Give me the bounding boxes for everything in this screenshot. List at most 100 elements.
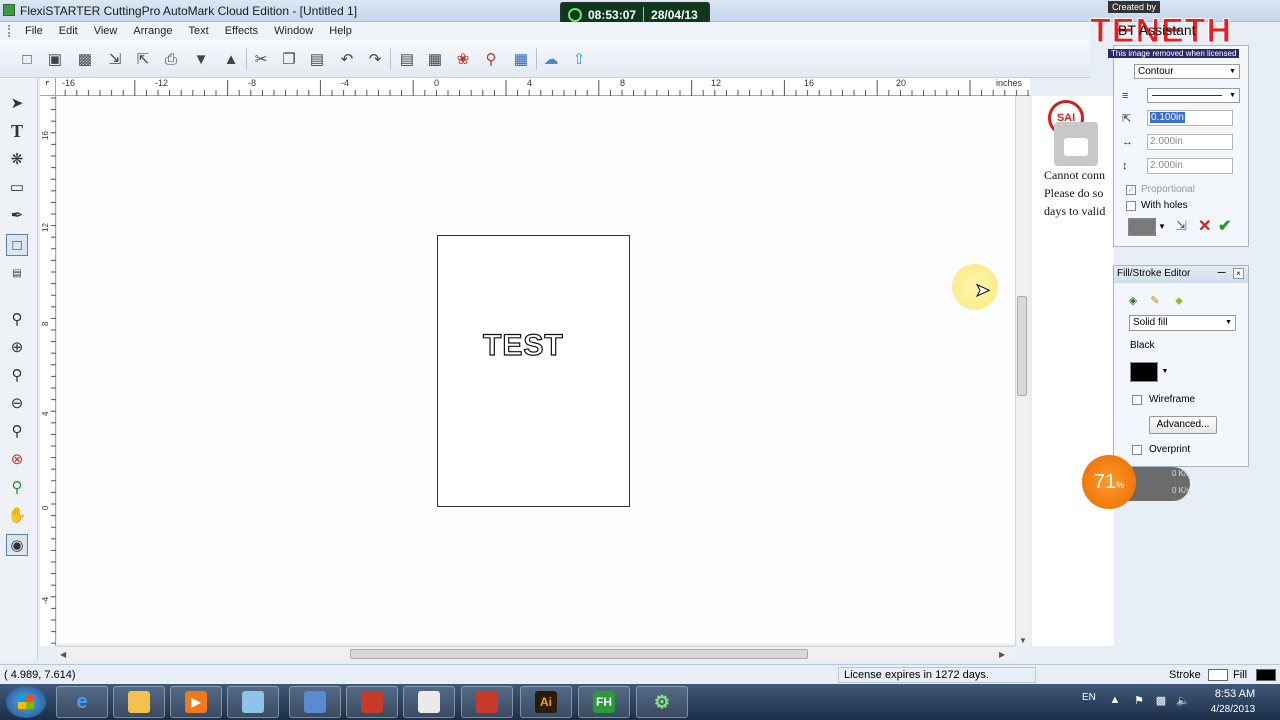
vertical-scroll-thumb[interactable] bbox=[1017, 296, 1027, 396]
open-icon[interactable]: ▣ bbox=[44, 48, 66, 70]
menu-edit[interactable]: Edit bbox=[51, 25, 86, 37]
fill-stroke-icon[interactable]: ◉ bbox=[6, 534, 28, 556]
wireframe-checkbox[interactable]: Wireframe bbox=[1132, 394, 1195, 405]
ie-icon[interactable]: e bbox=[56, 686, 108, 718]
menu-view[interactable]: View bbox=[86, 25, 126, 37]
overprint-checkbox[interactable]: Overprint bbox=[1132, 444, 1190, 455]
color-grid-icon[interactable]: ▦ bbox=[510, 48, 532, 70]
with-holes-checkbox[interactable]: With holes bbox=[1126, 200, 1188, 211]
shape-edit-icon[interactable]: ❋ bbox=[6, 148, 28, 170]
tray-date[interactable]: 4/28/2013 bbox=[1204, 704, 1262, 715]
zoom-page-icon[interactable]: ⚲ bbox=[6, 364, 28, 386]
line-style-select[interactable]: ▼ bbox=[1147, 88, 1240, 103]
cut-send-icon[interactable]: ▼ bbox=[190, 48, 212, 70]
explorer-icon[interactable] bbox=[113, 686, 165, 718]
tray-arrow-icon[interactable]: ▲ bbox=[1108, 694, 1122, 708]
menu-arrange[interactable]: Arrange bbox=[125, 25, 180, 37]
copy-icon[interactable]: ❐ bbox=[278, 48, 300, 70]
fill-color-swatch[interactable] bbox=[1130, 362, 1158, 382]
monitor-icon[interactable]: ▩ bbox=[1154, 694, 1168, 708]
options-icon[interactable]: ⇲ bbox=[1176, 218, 1187, 234]
chevron-down-icon[interactable]: ▼ bbox=[1159, 363, 1171, 381]
distribute-icon[interactable]: ▦ bbox=[424, 48, 446, 70]
minimize-icon[interactable]: — bbox=[1216, 268, 1227, 279]
zoom-all-icon[interactable]: ⚲ bbox=[6, 476, 28, 498]
height-input[interactable]: 2.000in bbox=[1147, 158, 1233, 174]
notepad-icon[interactable] bbox=[227, 686, 279, 718]
scroll-right-icon[interactable]: ▶ bbox=[999, 650, 1005, 659]
window-icon[interactable] bbox=[403, 686, 455, 718]
save-icon[interactable]: ▩ bbox=[74, 48, 96, 70]
menu-text[interactable]: Text bbox=[181, 25, 217, 37]
zoom-icon[interactable]: ⚲ bbox=[6, 308, 28, 330]
fill-tab-icon[interactable]: ◈ bbox=[1124, 293, 1142, 309]
design-canvas[interactable]: TEST ➤ bbox=[57, 96, 1015, 644]
paste-icon[interactable]: ▤ bbox=[306, 48, 328, 70]
tray-time[interactable]: 8:53 AM bbox=[1210, 688, 1260, 700]
pen-icon[interactable]: ✒ bbox=[6, 204, 28, 226]
width-input[interactable]: 2.000in bbox=[1147, 134, 1233, 150]
toolbox-icon[interactable] bbox=[346, 686, 398, 718]
fill-swatch[interactable] bbox=[1256, 669, 1276, 681]
text-icon[interactable]: T bbox=[6, 120, 28, 142]
align-icon[interactable]: ▤ bbox=[396, 48, 418, 70]
contour-type-select[interactable]: Contour ▼ bbox=[1134, 64, 1240, 79]
vertical-scrollbar[interactable]: ▼ bbox=[1015, 96, 1028, 646]
contour-color-swatch[interactable] bbox=[1128, 218, 1156, 236]
cancel-icon[interactable]: ✕ bbox=[1198, 216, 1211, 236]
print-icon[interactable]: ⎙ bbox=[160, 48, 182, 70]
effects-tab-icon[interactable]: ⬥ bbox=[1170, 293, 1188, 309]
start-button[interactable] bbox=[6, 686, 46, 718]
zoom-selection-icon[interactable]: ⊗ bbox=[6, 448, 28, 470]
horizontal-scroll-thumb[interactable] bbox=[350, 649, 808, 659]
toolbox2-icon[interactable] bbox=[461, 686, 513, 718]
flexi-icon[interactable]: FH bbox=[578, 686, 630, 718]
chevron-down-icon[interactable]: ▼ bbox=[1227, 90, 1238, 101]
flag-icon[interactable]: ⚑ bbox=[1132, 694, 1146, 708]
menu-effects[interactable]: Effects bbox=[217, 25, 266, 37]
ruler-origin-icon[interactable]: ⌜ bbox=[40, 78, 56, 96]
zoom-fit-icon[interactable]: ⚲ bbox=[6, 420, 28, 442]
pan-icon[interactable]: ✋ bbox=[6, 504, 28, 526]
remote-desktop-icon[interactable] bbox=[289, 686, 341, 718]
chevron-down-icon[interactable]: ▼ bbox=[1158, 222, 1166, 231]
search-icon[interactable]: ⚲ bbox=[480, 48, 502, 70]
apply-icon[interactable]: ✔ bbox=[1218, 216, 1231, 236]
select-icon[interactable]: ➤ bbox=[6, 92, 28, 114]
menu-window[interactable]: Window bbox=[266, 25, 321, 37]
chevron-down-icon[interactable]: ▼ bbox=[1223, 317, 1234, 329]
menu-help[interactable]: Help bbox=[321, 25, 360, 37]
gear-icon[interactable]: ⚙ bbox=[636, 686, 688, 718]
fill-type-select[interactable]: Solid fill ▼ bbox=[1129, 315, 1236, 331]
scroll-left-icon[interactable]: ◀ bbox=[60, 650, 66, 659]
stroke-swatch[interactable] bbox=[1208, 669, 1228, 681]
color-palette-icon[interactable]: ❀ bbox=[452, 48, 474, 70]
menu-file[interactable]: File bbox=[17, 25, 51, 37]
volume-icon[interactable]: 🔈 bbox=[1176, 694, 1190, 708]
undo-icon[interactable]: ↶ bbox=[336, 48, 358, 70]
close-icon[interactable]: × bbox=[1233, 268, 1244, 279]
cloud-icon[interactable]: ☁ bbox=[540, 48, 562, 70]
import-icon[interactable]: ⇲ bbox=[104, 48, 126, 70]
zoom-in-icon[interactable]: ⊕ bbox=[6, 336, 28, 358]
illustrator-icon[interactable]: Ai bbox=[520, 686, 572, 718]
zoom-out-icon[interactable]: ⊖ bbox=[6, 392, 28, 414]
horizontal-scrollbar[interactable]: ◀ ▶ bbox=[57, 646, 1015, 660]
advanced-button[interactable]: Advanced... bbox=[1149, 416, 1217, 434]
new-icon[interactable]: □ bbox=[16, 48, 38, 70]
offset-input[interactable]: 0.100in bbox=[1147, 110, 1233, 126]
measure-icon[interactable]: ▤ bbox=[6, 262, 28, 284]
contour-icon[interactable]: □ bbox=[6, 234, 28, 256]
export-icon[interactable]: ⇱ bbox=[132, 48, 154, 70]
scroll-down-icon[interactable]: ▼ bbox=[1019, 636, 1027, 645]
language-indicator[interactable]: EN bbox=[1082, 692, 1096, 703]
cloud-upload-icon[interactable]: ⇧ bbox=[568, 48, 590, 70]
cut-icon[interactable]: ✂ bbox=[250, 48, 272, 70]
chevron-down-icon[interactable]: ▼ bbox=[1227, 66, 1238, 77]
text-object-test[interactable]: TEST bbox=[482, 328, 564, 363]
redo-icon[interactable]: ↷ bbox=[364, 48, 386, 70]
production-icon[interactable]: ▲ bbox=[220, 48, 242, 70]
media-player-icon[interactable]: ▶ bbox=[170, 686, 222, 718]
stroke-tab-icon[interactable]: ✎ bbox=[1146, 293, 1164, 309]
rectangle-icon[interactable]: ▭ bbox=[6, 176, 28, 198]
